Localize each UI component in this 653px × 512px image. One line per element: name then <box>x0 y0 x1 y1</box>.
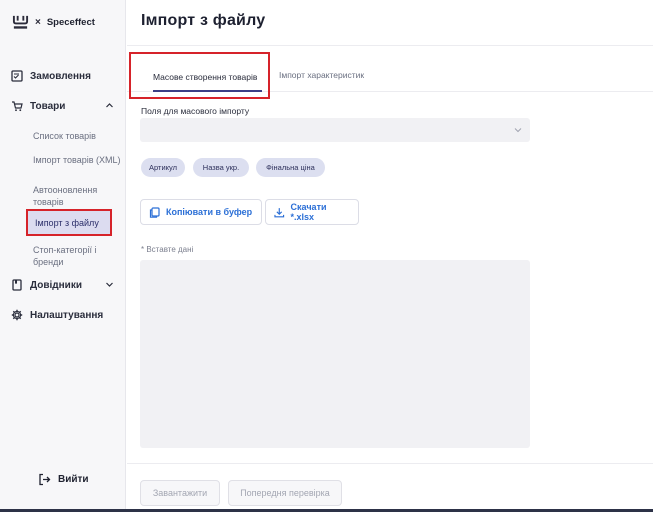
cart-icon <box>12 101 23 112</box>
chevron-up-icon <box>106 103 113 108</box>
logout-label: Вийти <box>58 474 89 485</box>
copy-label: Копіювати в буфер <box>166 207 253 217</box>
tab-import-characteristics[interactable]: Імпорт характеристик <box>279 70 364 80</box>
book-icon <box>12 279 22 291</box>
logout-button[interactable]: Вийти <box>38 473 89 486</box>
sidebar-item-label: Довідники <box>30 279 82 291</box>
sidebar-item-label: Товари <box>30 100 66 112</box>
orders-icon <box>11 70 23 82</box>
download-xlsx-button[interactable]: Скачати *.xlsx <box>265 199 359 225</box>
sidebar-subitem-stop-categories[interactable]: Стоп-категорії і бренди <box>33 244 121 268</box>
tab-bar: Масове створення товарів Імпорт характер… <box>127 52 653 99</box>
gear-icon <box>11 309 23 321</box>
sidebar-subitem-import-xml[interactable]: Імпорт товарів (XML) <box>33 154 121 166</box>
sidebar-item-goods[interactable]: Товари <box>0 96 126 116</box>
sidebar-subitem-import-file[interactable]: Імпорт з файлу <box>26 209 112 236</box>
tab-label: Масове створення товарів <box>153 72 258 82</box>
fields-select[interactable] <box>140 118 530 142</box>
paste-data-textarea[interactable] <box>140 260 530 448</box>
chip-final-price[interactable]: Фінальна ціна <box>256 158 325 177</box>
sidebar-item-settings[interactable]: Налаштування <box>0 305 126 325</box>
active-tab-indicator <box>153 90 262 92</box>
logo-icon <box>12 15 29 29</box>
sidebar-subitem-goods-list[interactable]: Список товарів <box>33 130 121 142</box>
copy-icon <box>149 206 160 218</box>
sidebar-item-orders[interactable]: Замовлення <box>0 66 126 86</box>
chip-name-ukr[interactable]: Назва укр. <box>193 158 249 177</box>
brand-separator: × <box>35 16 41 28</box>
sidebar-item-label: Замовлення <box>30 70 91 82</box>
chevron-down-icon <box>106 282 113 287</box>
brand-name: Speceffect <box>46 16 95 28</box>
copy-to-buffer-button[interactable]: Копіювати в буфер <box>140 199 262 225</box>
sidebar-item-label: Налаштування <box>30 309 104 321</box>
tab-mass-create[interactable]: Масове створення товарів <box>129 52 270 99</box>
sidebar-subitem-auto-update[interactable]: Автооновлення товарів <box>33 184 121 208</box>
download-icon <box>274 207 285 217</box>
page-title: Імпорт з файлу <box>141 12 266 29</box>
sidebar: × Speceffect Замовлення Товари Список то… <box>0 0 126 512</box>
chip-article[interactable]: Артикул <box>141 158 185 177</box>
page-header: Імпорт з файлу <box>127 0 653 46</box>
download-label: Скачати *.xlsx <box>290 202 327 222</box>
brand[interactable]: × Speceffect <box>12 12 95 32</box>
footer-divider <box>127 463 653 464</box>
fields-label: Поля для масового імпорту <box>141 106 250 116</box>
logout-icon <box>39 473 51 486</box>
upload-button[interactable]: Завантажити <box>140 480 220 506</box>
precheck-button[interactable]: Попередня перевірка <box>228 480 342 506</box>
sidebar-item-directories[interactable]: Довідники <box>0 275 126 295</box>
chevron-down-icon <box>514 128 522 133</box>
paste-data-label: * Вставте дані <box>141 245 194 254</box>
